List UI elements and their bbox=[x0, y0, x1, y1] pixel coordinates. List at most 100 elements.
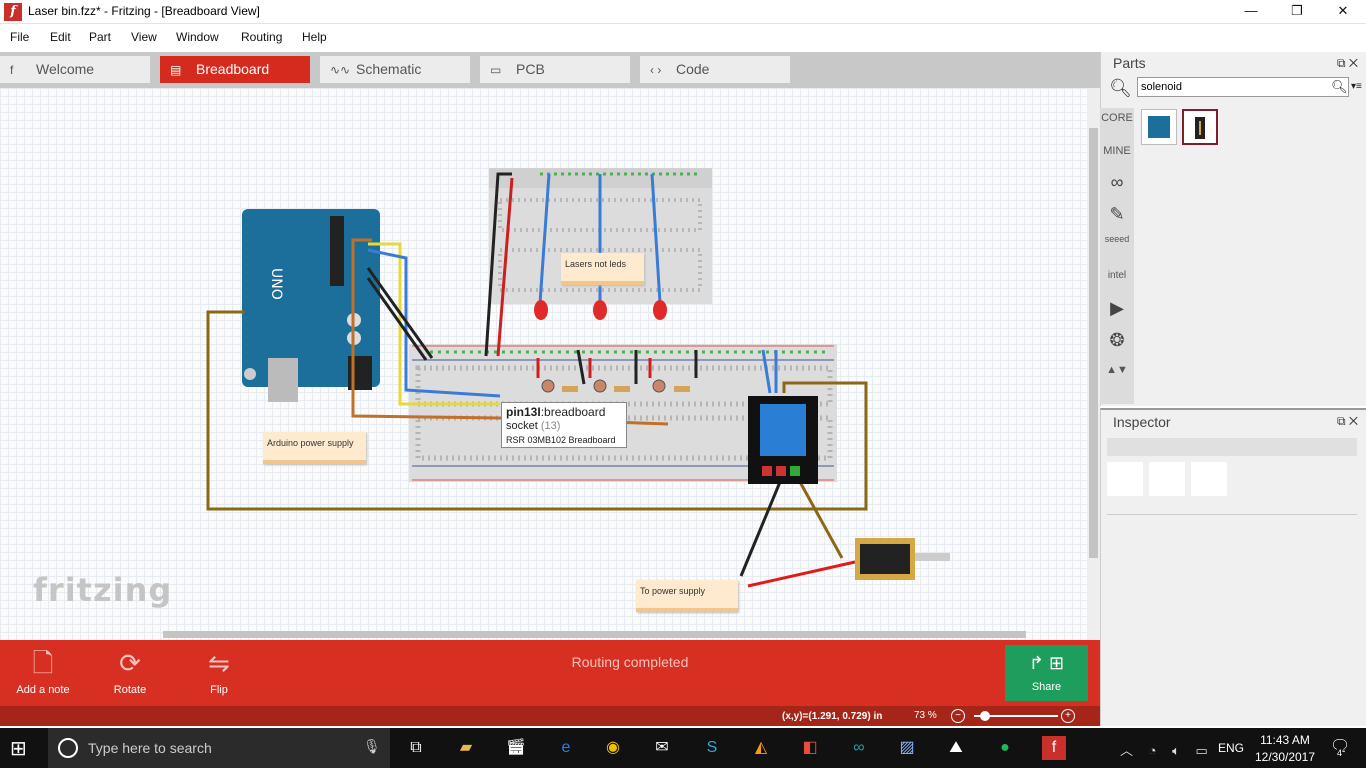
file-explorer-icon[interactable]: ▰ bbox=[454, 736, 478, 760]
code-icon: ‹ › bbox=[650, 63, 662, 77]
fritzing-taskbar-icon[interactable]: f bbox=[1042, 736, 1066, 760]
laser-led[interactable] bbox=[534, 300, 548, 320]
tab-breadboard[interactable]: ▤ Breadboard bbox=[160, 56, 310, 83]
skype-icon[interactable]: S bbox=[700, 736, 724, 760]
inspector-divider bbox=[1107, 514, 1357, 515]
photos-icon[interactable]: ⛰ bbox=[944, 736, 968, 760]
tab-label: Welcome bbox=[36, 61, 95, 77]
note-power-supply[interactable]: To power supply bbox=[636, 580, 738, 612]
taskbar-search-placeholder: Type here to search bbox=[88, 740, 212, 756]
flip-icon: ⇋ bbox=[208, 648, 230, 678]
menu-file[interactable]: File bbox=[10, 30, 29, 44]
hover-tooltip: pin13I:breadboard socket (13) RSR 03MB10… bbox=[501, 402, 627, 448]
rotate-icon: ⟳ bbox=[119, 648, 141, 678]
inspector-image-pcb bbox=[1191, 462, 1227, 496]
fritzing-icon: f bbox=[10, 63, 14, 77]
zoom-in-button[interactable]: + bbox=[1061, 709, 1075, 723]
laser-led[interactable] bbox=[653, 300, 667, 320]
share-icon: ↱ ⊞ bbox=[1028, 653, 1065, 673]
grid-icon[interactable]: ▲▼ bbox=[1100, 364, 1134, 376]
menu-edit[interactable]: Edit bbox=[50, 30, 71, 44]
task-view-icon[interactable]: ⧉ bbox=[404, 736, 428, 760]
menu-routing[interactable]: Routing bbox=[241, 30, 282, 44]
note-lasers[interactable]: Lasers not leds bbox=[561, 253, 644, 285]
tooltip-part: :breadboard bbox=[540, 405, 606, 419]
flip-label: Flip bbox=[210, 684, 228, 696]
note-arduino-power[interactable]: Arduino power supply bbox=[263, 432, 366, 464]
add-note-button[interactable]: 🗋 Add a note bbox=[3, 648, 83, 696]
clock-time[interactable]: 11:43 AM bbox=[1255, 733, 1315, 747]
tab-label: Code bbox=[676, 61, 710, 77]
taskbar-search[interactable]: Type here to search 🎙︎ bbox=[48, 728, 390, 768]
zoom-slider-handle[interactable] bbox=[980, 711, 990, 721]
breadboard-icon: ▤ bbox=[170, 63, 182, 77]
parts-title: Parts bbox=[1113, 55, 1146, 71]
microphone-icon[interactable]: 🎙︎ bbox=[363, 738, 381, 755]
system-tray-icons[interactable]: ︿ ◔ 🔈︎ ▭ bbox=[1120, 740, 1214, 759]
tool-app-icon[interactable]: ▨ bbox=[895, 736, 919, 760]
share-label: Share bbox=[1031, 681, 1062, 693]
bin-core[interactable]: CORE bbox=[1100, 112, 1134, 124]
horizontal-scroll-thumb[interactable] bbox=[163, 631, 1026, 638]
fritzing-watermark: fritzing bbox=[33, 571, 173, 609]
maximize-button[interactable]: ❐ bbox=[1274, 0, 1320, 24]
spotify-icon[interactable]: ● bbox=[993, 736, 1017, 760]
solenoid-thumb[interactable] bbox=[1182, 109, 1218, 145]
title-bar: f Laser bin.fzz* - Fritzing - [Breadboar… bbox=[0, 0, 1366, 24]
movies-icon[interactable]: 🎬︎ bbox=[504, 736, 528, 760]
tab-schematic[interactable]: ∿∿ Schematic bbox=[320, 56, 470, 83]
play-icon[interactable]: ▶ bbox=[1100, 298, 1134, 319]
windows-start-icon[interactable]: ⊞ bbox=[10, 736, 27, 761]
search-go-icon[interactable]: 🔍︎ bbox=[1331, 79, 1348, 95]
arduino-label: UNO bbox=[268, 268, 284, 300]
vertical-scroll-thumb[interactable] bbox=[1089, 128, 1098, 558]
tooltip-part-name: RSR 03MB102 Breadboard bbox=[506, 435, 616, 445]
inspector-panel-controls[interactable]: ⧉ ✕ bbox=[1337, 414, 1358, 429]
share-button[interactable]: ↱ ⊞ Share bbox=[1005, 645, 1088, 701]
add-note-label: Add a note bbox=[16, 684, 70, 696]
arduino-icon[interactable]: ∞ bbox=[1100, 172, 1134, 193]
tab-welcome[interactable]: f Welcome bbox=[0, 56, 150, 83]
tab-pcb[interactable]: ▭ PCB bbox=[480, 56, 630, 83]
parts-search-input[interactable] bbox=[1137, 77, 1349, 97]
parts-panel-controls[interactable]: ⧉ ✕ bbox=[1337, 56, 1358, 71]
minimize-button[interactable]: — bbox=[1228, 0, 1274, 24]
close-button[interactable]: ✕ bbox=[1320, 0, 1366, 24]
chrome-icon[interactable]: ◉ bbox=[601, 736, 625, 760]
bin-mine[interactable]: MINE bbox=[1100, 145, 1134, 157]
breadboard-canvas[interactable]: UNO Lasers not leds Arduino power supply… bbox=[0, 88, 1087, 640]
edge-icon[interactable]: e bbox=[554, 736, 578, 760]
menu-part[interactable]: Part bbox=[89, 30, 111, 44]
tab-code[interactable]: ‹ › Code bbox=[640, 56, 790, 83]
rotate-button[interactable]: ⟳ Rotate bbox=[90, 648, 170, 696]
matlab-icon[interactable]: ◭ bbox=[749, 736, 773, 760]
search-icon[interactable]: 🔍︎ bbox=[1109, 78, 1132, 99]
sketchup-icon[interactable]: ◧ bbox=[798, 736, 822, 760]
inspector-image-breadboard bbox=[1107, 462, 1143, 496]
tab-label: Breadboard bbox=[196, 61, 270, 77]
menu-window[interactable]: Window bbox=[176, 30, 219, 44]
cursor-coordinates: (x,y)=(1.291, 0.729) in bbox=[782, 711, 883, 722]
laser-led[interactable] bbox=[593, 300, 607, 320]
zoom-out-button[interactable]: − bbox=[951, 709, 965, 723]
seeed-icon[interactable]: seeed bbox=[1100, 234, 1134, 244]
search-menu-icon[interactable]: ▾≡ bbox=[1351, 81, 1362, 92]
menu-view[interactable]: View bbox=[131, 30, 157, 44]
vertical-scrollbar[interactable] bbox=[1087, 88, 1100, 640]
inspector-header-bar bbox=[1107, 438, 1357, 456]
flip-button[interactable]: ⇋ Flip bbox=[179, 648, 259, 696]
language-indicator[interactable]: ENG bbox=[1218, 741, 1244, 755]
mail-icon[interactable]: ✉ bbox=[650, 736, 674, 760]
clock-date[interactable]: 12/30/2017 bbox=[1252, 750, 1318, 764]
circuit-drawing: UNO bbox=[206, 168, 950, 588]
menu-help[interactable]: Help bbox=[302, 30, 327, 44]
notification-count: 4 bbox=[1337, 748, 1343, 758]
pen-icon[interactable]: ✎ bbox=[1100, 204, 1134, 225]
snowflake-icon[interactable]: ❂ bbox=[1100, 330, 1134, 351]
routing-status: Routing completed bbox=[571, 654, 689, 670]
status-bar: (x,y)=(1.291, 0.729) in 73 % − + bbox=[0, 706, 1100, 726]
arduino-board-thumb[interactable] bbox=[1141, 109, 1177, 145]
intel-icon[interactable]: intel bbox=[1100, 270, 1134, 281]
arduino-ide-icon[interactable]: ∞ bbox=[847, 736, 871, 760]
inspector-title: Inspector bbox=[1113, 414, 1171, 430]
